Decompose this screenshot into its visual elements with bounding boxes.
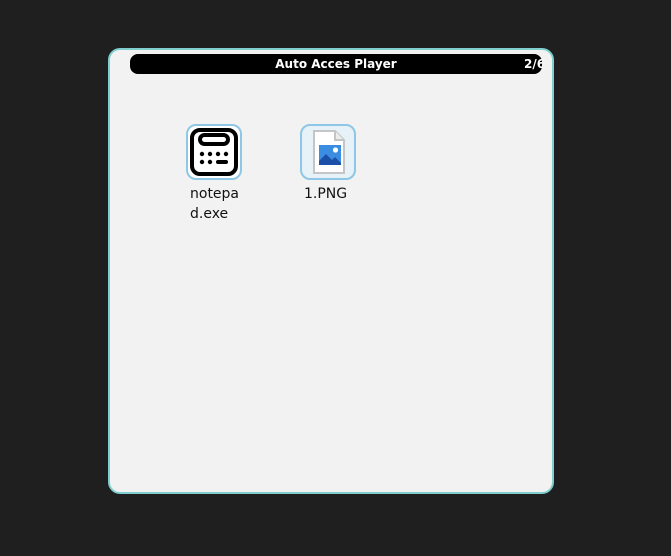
file-icon-frame[interactable]	[186, 124, 242, 180]
file-name: 1.PNG	[304, 186, 348, 202]
window-title: Auto Acces Player	[275, 57, 397, 71]
image-file-icon	[313, 130, 345, 174]
player-window: Auto Acces Player 2/6 notepad.exe 1.PNG	[108, 48, 554, 494]
file-item-png[interactable]: 1.PNG	[300, 124, 364, 204]
page-indicator: 2/6	[524, 57, 542, 71]
file-item-notepad[interactable]: notepad.exe	[186, 124, 250, 224]
title-bar[interactable]: Auto Acces Player 2/6	[130, 54, 542, 74]
file-icon-frame[interactable]	[300, 124, 356, 180]
file-name: notepad.exe	[190, 186, 240, 222]
calculator-icon	[190, 128, 238, 176]
